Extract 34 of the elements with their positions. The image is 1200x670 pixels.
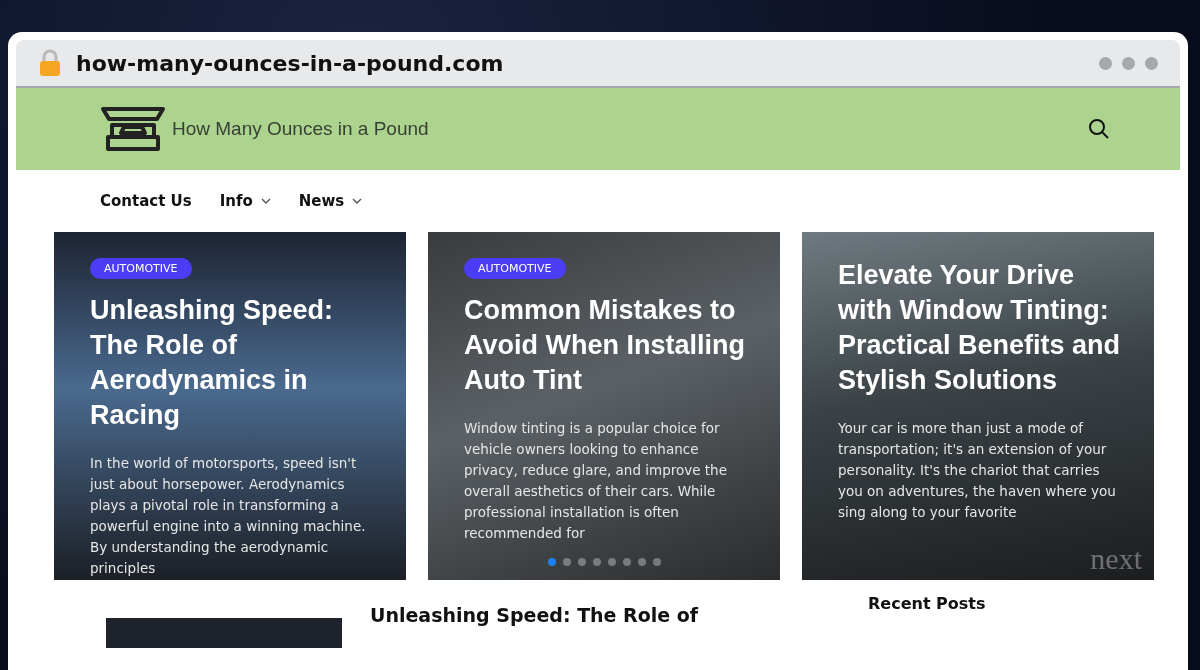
category-tag[interactable]: AUTOMOTIVE: [90, 258, 192, 279]
slide-title[interactable]: Unleashing Speed: The Role of Aerodynamics in Racing: [90, 293, 376, 433]
slider-dot[interactable]: [608, 558, 616, 566]
slide-excerpt: Window tinting is a popular choice for vehicle owners looking to enhance privacy, reduce glare, and improve the overall aesthetics of their cars. While professional installation is often recommended for: [464, 419, 728, 543]
site-title[interactable]: How Many Ounces in a Pound: [172, 118, 1082, 140]
slide-title[interactable]: Common Mistakes to Avoid When Installing Auto Tint: [464, 293, 750, 398]
slide-excerpt: In the world of motorsports, speed isn't just about horsepower. Aerodynamics plays a pivotal role in transforming a powerful engine into a winning machine. By understanding the aerodynamic principles: [90, 454, 367, 578]
slider-dot[interactable]: [548, 558, 556, 566]
slide-title[interactable]: Elevate Your Drive with Window Tinting: Practical Benefits and Stylish Solutions: [838, 258, 1124, 398]
chevron-down-icon: [260, 198, 271, 204]
search-icon[interactable]: [1088, 118, 1110, 140]
window-dot[interactable]: [1122, 56, 1135, 70]
slider-dot[interactable]: [593, 558, 601, 566]
padlock-icon: [38, 49, 62, 77]
category-tag[interactable]: AUTOMOTIVE: [464, 258, 566, 279]
slider-dot[interactable]: [578, 558, 586, 566]
nav-link[interactable]: Contact Us: [100, 192, 192, 210]
slide-card[interactable]: [802, 232, 1154, 580]
post-title[interactable]: Unleashing Speed: The Role of: [370, 604, 840, 648]
window-dot[interactable]: [1145, 56, 1158, 70]
window-dot[interactable]: [1099, 56, 1112, 70]
slider-dot[interactable]: [638, 558, 646, 566]
nav-link[interactable]: News: [298, 192, 363, 210]
slide-card[interactable]: [428, 232, 780, 580]
url-text: how-many-ounces-in-a-pound.com: [76, 50, 505, 76]
chevron-down-icon: [352, 198, 363, 204]
scale-icon: [100, 105, 166, 153]
slider-dot[interactable]: [623, 558, 631, 566]
nav-link[interactable]: Info: [219, 192, 271, 210]
slider-dot[interactable]: [653, 558, 661, 566]
sidebar-heading: Recent Posts: [868, 594, 986, 615]
slide-card[interactable]: [54, 232, 406, 580]
slider-dot[interactable]: [563, 558, 571, 566]
slide-excerpt: Your car is more than just a mode of transportation; it's an extension of your personality. It's the chariot that carries you on adventures, the haven where you sing along to your favorite: [838, 419, 1117, 522]
